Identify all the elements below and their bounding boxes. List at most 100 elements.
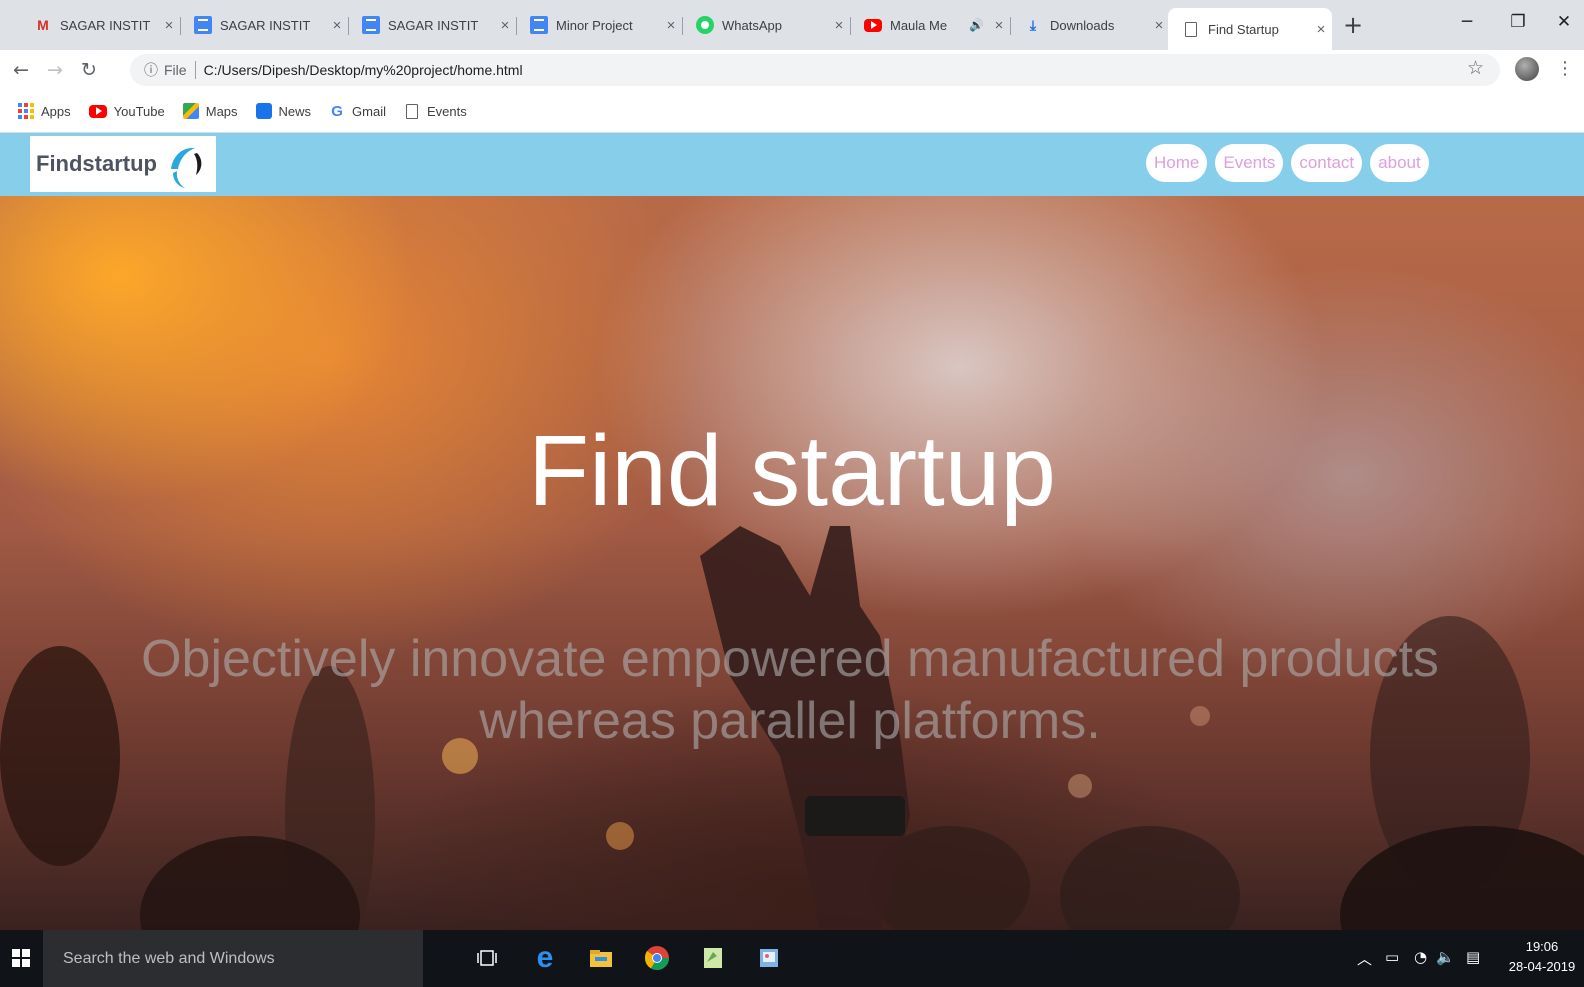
bookmark-label: Gmail xyxy=(352,103,386,119)
minimize-window-icon[interactable]: ─ xyxy=(1447,6,1487,38)
hero-subtitle: Objectively innovate empowered manufactu… xyxy=(141,630,1439,751)
bookmark-label: YouTube xyxy=(113,103,165,119)
browser-tab-strip: M SAGAR INSTIT × SAGAR INSTIT × SAGAR IN… xyxy=(0,0,1584,50)
hero-section: Find startup Objectively innovate empowe… xyxy=(0,196,1584,930)
wifi-icon[interactable]: ◔ xyxy=(1414,948,1427,966)
clock-time: 19:06 xyxy=(1525,939,1559,954)
back-arrow-icon[interactable]: ← xyxy=(6,55,36,85)
taskbar-search[interactable]: Search the web and Windows xyxy=(43,930,423,987)
nav-home[interactable]: Home xyxy=(1146,144,1208,182)
page-icon xyxy=(404,103,420,119)
bookmark-star-icon[interactable]: ☆ xyxy=(1467,57,1484,79)
gmail-icon: M xyxy=(37,17,49,33)
bookmark-label: Events xyxy=(427,103,467,119)
news-icon xyxy=(255,103,272,119)
docs-icon xyxy=(530,16,548,34)
forward-arrow-icon[interactable]: → xyxy=(40,55,70,85)
file-explorer-icon[interactable] xyxy=(586,943,616,973)
bookmark-maps[interactable]: Maps xyxy=(182,103,238,119)
logo-swirl-icon xyxy=(171,147,202,188)
bookmark-news[interactable]: News xyxy=(255,103,312,119)
tab-label: Minor Project xyxy=(556,17,633,33)
nav-events[interactable]: Events xyxy=(1215,144,1284,182)
bookmark-events[interactable]: Events xyxy=(404,103,467,119)
address-bar[interactable]: ⓘ File C:/Users/Dipesh/Desktop/my%20proj… xyxy=(130,54,1500,86)
bookmark-label: News xyxy=(278,103,312,119)
tab-sagar-docs-2[interactable]: SAGAR INSTIT × xyxy=(348,8,517,42)
google-icon: G xyxy=(331,102,343,120)
tab-label: WhatsApp xyxy=(722,17,782,33)
windows-start-icon[interactable] xyxy=(12,949,30,967)
page-viewport: Findstartup Home Events contact about Fi… xyxy=(0,133,1584,930)
notepad-plus-icon[interactable] xyxy=(698,943,728,973)
tab-whatsapp[interactable]: WhatsApp × xyxy=(682,8,851,42)
bookmark-label: Apps xyxy=(41,103,71,119)
bookmark-gmail[interactable]: G Gmail xyxy=(329,102,386,120)
apps-grid-icon xyxy=(18,103,34,119)
whatsapp-icon xyxy=(696,16,714,34)
close-icon[interactable]: × xyxy=(158,17,180,34)
tab-label: Find Startup xyxy=(1208,21,1279,37)
address-divider xyxy=(194,61,196,79)
logo-text: Findstartup xyxy=(36,151,157,176)
close-icon[interactable]: × xyxy=(988,17,1010,34)
tab-sagar-gmail[interactable]: M SAGAR INSTIT × xyxy=(20,8,181,42)
restore-window-icon[interactable]: ❐ xyxy=(1498,6,1538,38)
tab-find-startup[interactable]: Find Startup × xyxy=(1168,8,1332,50)
tab-maula-youtube[interactable]: Maula Me 🔊 × xyxy=(850,8,1011,42)
bookmark-apps[interactable]: Apps xyxy=(18,103,71,119)
nav-contact[interactable]: contact xyxy=(1291,144,1363,182)
site-header: Findstartup Home Events contact about xyxy=(0,133,1584,196)
show-hidden-icons-icon[interactable]: ︿ xyxy=(1357,948,1372,969)
battery-icon[interactable]: ▭ xyxy=(1385,948,1399,966)
tab-sagar-docs-1[interactable]: SAGAR INSTIT × xyxy=(180,8,349,42)
menu-kebab-icon[interactable]: ⋮ xyxy=(1556,58,1574,79)
nav-about[interactable]: about xyxy=(1370,144,1429,182)
windows-taskbar: Search the web and Windows e ︿ ▭ ◔ 🔈 ▤ 1… xyxy=(0,930,1584,987)
docs-icon xyxy=(362,16,380,34)
hero-title: Find startup xyxy=(527,415,1057,527)
tab-minor-project[interactable]: Minor Project × xyxy=(516,8,683,42)
close-window-icon[interactable]: ✕ xyxy=(1544,6,1584,38)
maps-icon xyxy=(182,103,199,119)
edge-browser-icon[interactable]: e xyxy=(530,941,560,974)
concert-crowd-image xyxy=(0,526,1584,930)
close-icon[interactable]: × xyxy=(494,17,516,34)
site-logo[interactable]: Findstartup xyxy=(30,136,216,192)
youtube-icon xyxy=(864,18,882,32)
download-icon: ⤓ xyxy=(1029,16,1037,33)
bookmark-label: Maps xyxy=(205,103,238,119)
tab-label: SAGAR INSTIT xyxy=(60,17,151,33)
browser-toolbar: ← → ↻ ⓘ File C:/Users/Dipesh/Desktop/my%… xyxy=(0,50,1584,90)
reload-icon[interactable]: ↻ xyxy=(74,55,104,85)
volume-icon[interactable]: 🔈 xyxy=(1436,948,1455,966)
bookmark-youtube[interactable]: YouTube xyxy=(88,103,165,119)
task-view-icon[interactable] xyxy=(472,943,502,973)
paint-icon[interactable] xyxy=(754,943,784,973)
tab-label: SAGAR INSTIT xyxy=(220,17,311,33)
site-nav: Home Events contact about xyxy=(1146,144,1429,182)
bookmarks-bar: Apps YouTube Maps News G Gmail Events xyxy=(0,90,1584,133)
chrome-icon[interactable] xyxy=(642,943,672,973)
docs-icon xyxy=(194,16,212,34)
tab-label: Maula Me xyxy=(890,17,948,33)
tab-label: SAGAR INSTIT xyxy=(388,17,479,33)
youtube-icon xyxy=(88,104,107,118)
search-placeholder: Search the web and Windows xyxy=(63,949,275,967)
notifications-icon[interactable]: ▤ xyxy=(1466,948,1480,966)
info-icon[interactable]: ⓘ xyxy=(144,60,158,80)
close-icon[interactable]: × xyxy=(828,17,850,34)
tab-label: Downloads xyxy=(1050,17,1115,33)
speaker-icon[interactable]: 🔊 xyxy=(969,18,984,32)
taskbar-clock[interactable]: 19:06 28-04-2019 xyxy=(1500,937,1584,977)
page-icon xyxy=(1182,20,1200,38)
tab-downloads[interactable]: ⤓ Downloads × xyxy=(1010,8,1170,42)
avatar[interactable] xyxy=(1515,57,1539,81)
close-icon[interactable]: × xyxy=(1310,21,1332,38)
close-icon[interactable]: × xyxy=(660,17,682,34)
clock-date: 28-04-2019 xyxy=(1508,959,1576,974)
close-icon[interactable]: × xyxy=(1148,17,1170,34)
url-text[interactable]: C:/Users/Dipesh/Desktop/my%20project/hom… xyxy=(204,62,523,78)
new-tab-button[interactable]: + xyxy=(1338,10,1368,40)
close-icon[interactable]: × xyxy=(326,17,348,34)
